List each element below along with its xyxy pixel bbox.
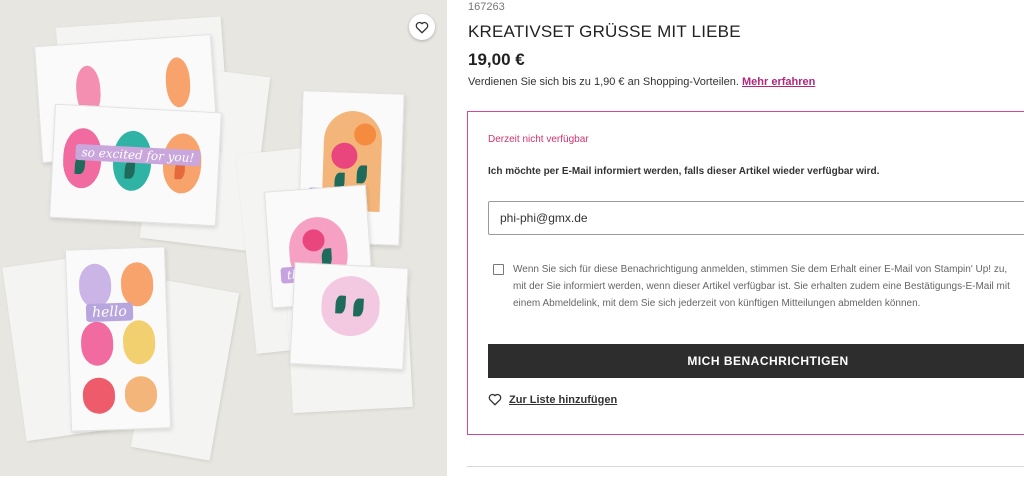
card-so-excited: so excited for you! — [49, 103, 222, 227]
consent-checkbox[interactable] — [493, 264, 504, 275]
rewards-info: Verdienen Sie sich bis zu 1,90 € an Shop… — [468, 76, 815, 88]
consent-text: Wenn Sie sich für diese Benachrichtigung… — [513, 264, 1010, 309]
heart-outline-icon — [415, 21, 429, 33]
heart-outline-icon — [488, 393, 502, 406]
notify-prompt: Ich möchte per E-Mail informiert werden,… — [488, 166, 880, 177]
product-image: so excited for you! thanks thanks hello — [0, 0, 447, 476]
card-strip-text: hello — [85, 302, 134, 323]
add-to-wishlist[interactable]: Zur Liste hinzufügen — [488, 393, 617, 406]
rewards-text: Verdienen Sie sich bis zu 1,90 € an Shop… — [468, 76, 739, 88]
availability-status: Derzeit nicht verfügbar — [488, 134, 589, 145]
product-price: 19,00 € — [468, 50, 525, 69]
product-sku: 167263 — [468, 1, 505, 13]
wishlist-label: Zur Liste hinzufügen — [509, 393, 618, 406]
section-divider — [467, 466, 1024, 467]
learn-more-link[interactable]: Mehr erfahren — [742, 76, 815, 88]
favorite-button[interactable] — [409, 14, 435, 40]
product-title: KREATIVSET GRÜSSE MIT LIEBE — [468, 22, 741, 41]
card-hello: hello — [64, 246, 172, 432]
notify-me-button[interactable]: MICH BENACHRICHTIGEN — [488, 344, 1024, 378]
card-bottom-right — [289, 262, 409, 370]
email-field[interactable] — [488, 201, 1024, 235]
notify-panel: Derzeit nicht verfügbar Ich möchte per E… — [467, 111, 1024, 435]
